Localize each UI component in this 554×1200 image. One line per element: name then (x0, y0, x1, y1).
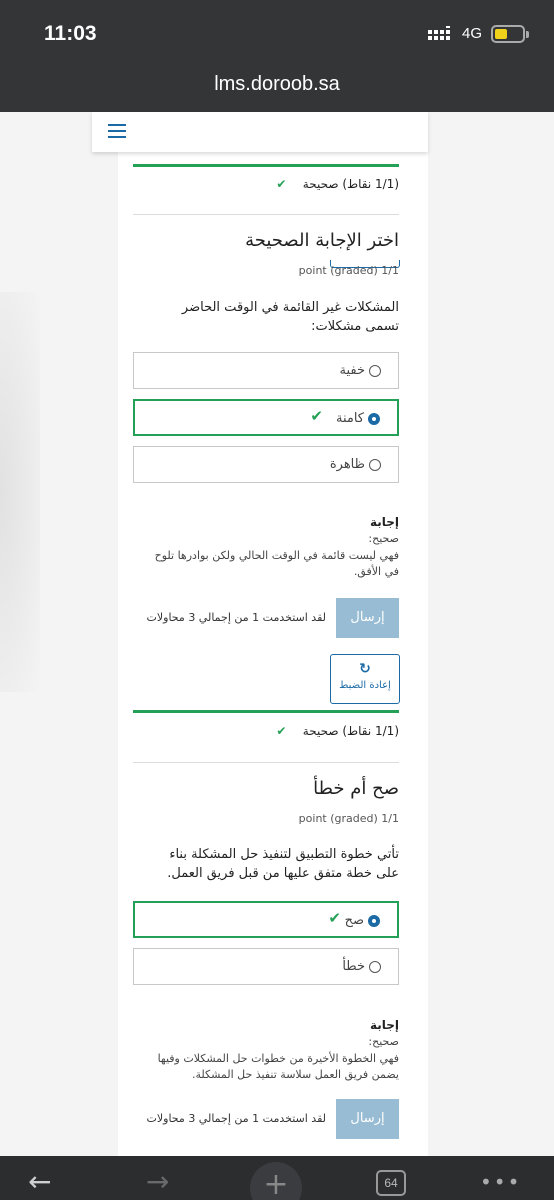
attempts-text: لقد استخدمت 1 من إجمالي 3 محاولات (146, 1112, 326, 1125)
check-icon: ✔ (328, 909, 341, 927)
answer-explanation: فهي الخطوة الأخيرة من خطوات حل المشكلات … (157, 1052, 399, 1081)
check-icon: ✔ (310, 407, 323, 425)
option-true[interactable]: صح ✔ (133, 901, 399, 938)
correct-indicator-line (133, 164, 399, 167)
question-title: اختر الإجابة الصحيحة (245, 230, 399, 251)
reset-label: إعادة الضبط (339, 680, 391, 691)
refresh-icon: ↻ (359, 661, 371, 677)
new-tab-plus-icon[interactable]: + (250, 1162, 302, 1200)
option-dhahira[interactable]: ظاهرة (133, 446, 399, 483)
radio-button[interactable] (369, 459, 381, 471)
score-text: (1/1 نقاط) صحيحة (302, 177, 399, 191)
answer-heading: إجابة (369, 515, 399, 529)
left-shadow (0, 292, 40, 692)
submit-button[interactable]: إرسال (336, 1099, 399, 1139)
option-label: كامنة (335, 411, 364, 426)
answer-heading: إجابة (369, 1018, 399, 1032)
reset-button[interactable]: ↻ إعادة الضبط (330, 654, 400, 704)
option-khafiya[interactable]: خفية (133, 352, 399, 389)
more-options-icon[interactable]: ••• (480, 1170, 521, 1194)
browser-toolbar: ← → + 64 ••• (0, 1156, 554, 1200)
status-time: 11:03 (44, 22, 97, 45)
option-label: ظاهرة (329, 457, 365, 472)
score-status: (1/1 نقاط) صحيحة ✔ (276, 721, 399, 741)
answer-status: صحيح: (368, 532, 399, 545)
option-label: خفية (339, 363, 365, 378)
option-label: صح (344, 913, 364, 928)
network-type: 4G (462, 25, 483, 42)
check-icon: ✔ (276, 177, 299, 191)
answer-status: صحيح: (368, 1035, 399, 1048)
attempts-text: لقد استخدمت 1 من إجمالي 3 محاولات (146, 611, 326, 624)
radio-button-selected[interactable] (368, 915, 380, 927)
option-kamina[interactable]: كامنة ✔ (133, 399, 399, 436)
forward-arrow-icon[interactable]: → (146, 1168, 182, 1196)
status-bar: 11:03 4G (0, 0, 554, 70)
page-content: (1/1 نقاط) صحيحة ✔ اختر الإجابة الصحيحة … (0, 112, 554, 1156)
divider (133, 214, 399, 215)
question-prompt: المشكلات غير القائمة في الوقت الحاضر تسم… (181, 300, 399, 334)
url-text[interactable]: lms.doroob.sa (214, 73, 340, 95)
divider (133, 762, 399, 763)
top-nav (92, 112, 428, 152)
check-icon: ✔ (276, 724, 299, 738)
radio-button[interactable] (369, 961, 381, 973)
option-false[interactable]: خطأ (133, 948, 399, 985)
answer-explanation: فهي ليست قائمة في الوقت الحالي ولكن بواد… (154, 549, 399, 578)
menu-icon[interactable] (108, 124, 126, 138)
score-status: (1/1 نقاط) صحيحة ✔ (276, 174, 399, 194)
submit-button[interactable]: إرسال (336, 598, 399, 638)
battery-tip (526, 31, 529, 38)
graded-label: 1/1 point (graded) (298, 812, 399, 825)
question-prompt: تأتي خطوة التطبيق لتنفيذ حل المشكلة بناء… (167, 847, 399, 881)
signal-icon (428, 26, 450, 40)
question-title: صح أم خطأ (313, 778, 399, 799)
correct-indicator-line (133, 710, 399, 713)
graded-label: 1/1 point (graded) (298, 264, 399, 277)
url-bar[interactable]: lms.doroob.sa (0, 70, 554, 112)
score-text: (1/1 نقاط) صحيحة (302, 724, 399, 738)
battery-icon (491, 25, 525, 43)
back-arrow-icon[interactable]: ← (28, 1168, 64, 1196)
radio-button[interactable] (369, 365, 381, 377)
option-label: خطأ (342, 959, 365, 974)
radio-button-selected[interactable] (368, 413, 380, 425)
tab-count-button[interactable]: 64 (376, 1170, 406, 1196)
